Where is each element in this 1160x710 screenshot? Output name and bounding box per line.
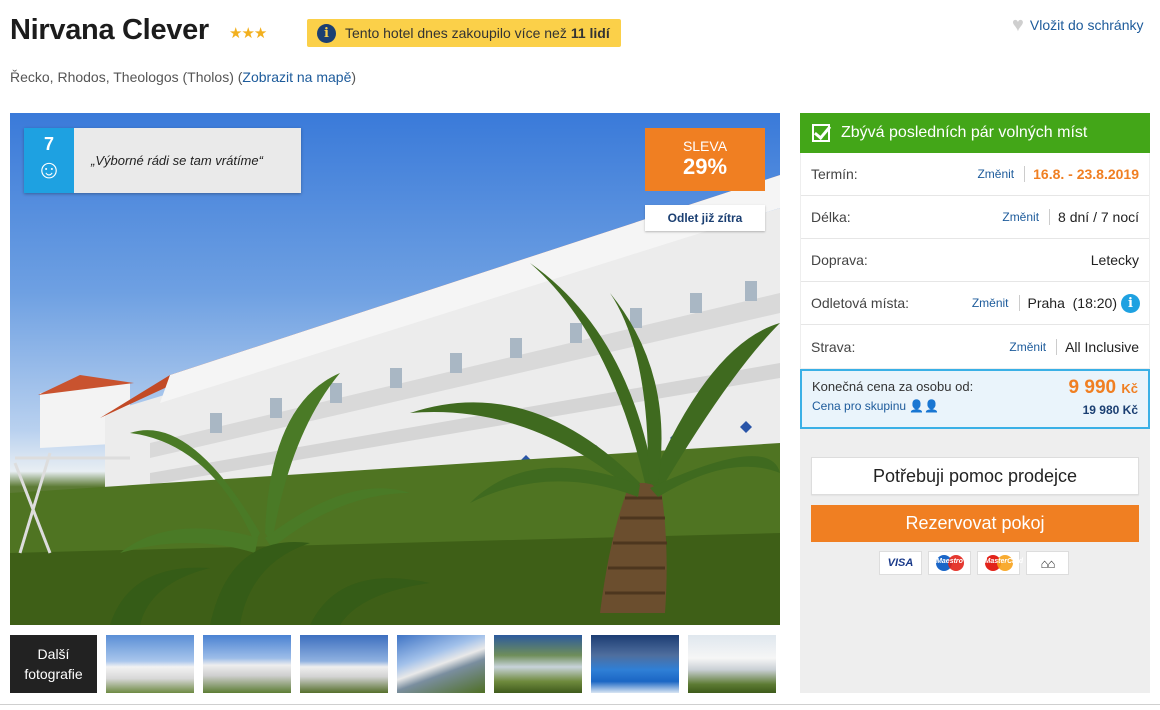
- info-icon: i: [317, 23, 336, 43]
- discount-badge: SLEVA 29%: [645, 128, 765, 191]
- change-departure-link[interactable]: Změnit: [972, 295, 1020, 311]
- departure-tag: Odlet již zítra: [645, 205, 765, 231]
- star-rating-icon: ★★★: [229, 25, 267, 42]
- group-price: 19 980 Kč: [1082, 403, 1138, 417]
- change-term-link[interactable]: Změnit: [977, 166, 1026, 182]
- buyers-count: 11 lidí: [570, 25, 610, 41]
- transport-value: Letecky: [1090, 252, 1139, 268]
- info-icon[interactable]: i: [1121, 293, 1140, 313]
- board-value: All Inclusive: [1065, 338, 1139, 355]
- bank-transfer-icon: ⌂⌂: [1026, 551, 1069, 575]
- departure-value: Praha (18:20): [1027, 295, 1118, 311]
- term-value: 16.8. - 23.8.2019: [1033, 166, 1139, 182]
- wishlist-label: Vložit do schránky: [1029, 17, 1144, 33]
- price-per-person: 9 990 Kč: [1068, 377, 1138, 398]
- change-length-link[interactable]: Změnit: [1002, 209, 1051, 225]
- hotel-name: Nirvana Clever: [10, 14, 209, 46]
- thumbnail-6[interactable]: [591, 635, 679, 693]
- booking-details: Termín: Změnit 16.8. - 23.8.2019 Délka: …: [801, 153, 1149, 368]
- rating-quote: „Výborné rádi se tam vrátíme“: [74, 128, 301, 193]
- availability-text: Zbývá posledních pár volných míst: [841, 124, 1088, 141]
- payment-methods: VISA Maestro MasterCard ⌂⌂: [879, 551, 1069, 575]
- reserve-button[interactable]: Rezervovat pokoj: [811, 505, 1139, 542]
- mastercard-icon: MasterCard: [977, 551, 1023, 575]
- location-text: Řecko, Rhodos, Theologos (Tholos) (: [10, 69, 243, 85]
- wishlist-button[interactable]: ♥ Vložit do schránky: [1012, 15, 1143, 35]
- discount-value: 29%: [682, 154, 728, 179]
- more-photos-button[interactable]: Další fotografie: [10, 635, 97, 693]
- thumbnail-3[interactable]: [300, 635, 388, 693]
- discount-label: SLEVA: [682, 138, 728, 154]
- thumbnail-strip: Další fotografie: [10, 635, 780, 693]
- price-box: Konečná cena za osobu od: Cena pro skupi…: [800, 369, 1150, 429]
- maestro-icon: Maestro: [928, 551, 971, 575]
- guest-rating-card[interactable]: 7 ☺ „Výborné rádi se tam vrátíme“: [24, 128, 301, 193]
- thumbnail-1[interactable]: [106, 635, 194, 693]
- show-on-map-link[interactable]: Zobrazit na mapě: [242, 69, 351, 85]
- people-icon: 👤👤: [909, 399, 940, 413]
- divider: [0, 704, 1160, 705]
- rating-score-box: 7 ☺: [24, 128, 74, 193]
- checkbox-icon: [812, 124, 830, 142]
- change-board-link[interactable]: Změnit: [1009, 338, 1058, 355]
- thumbnail-7[interactable]: [688, 635, 776, 693]
- heart-icon: ♥: [1012, 14, 1024, 36]
- length-value: 8 dní / 7 nocí: [1058, 209, 1139, 225]
- smiley-icon: ☺: [35, 154, 63, 184]
- seller-help-button[interactable]: Potřebuji pomoc prodejce: [811, 457, 1139, 495]
- rating-score: 7: [43, 134, 54, 154]
- thumbnail-2[interactable]: [203, 635, 291, 693]
- row-departure: Odletová místa: Změnit Praha (18:20) i: [801, 282, 1149, 325]
- row-board: Strava: Změnit All Inclusive: [801, 325, 1149, 368]
- row-length: Délka: Změnit 8 dní / 7 nocí: [801, 196, 1149, 239]
- hotel-location: Řecko, Rhodos, Theologos (Tholos) (Zobra…: [10, 69, 357, 85]
- buyers-badge: i Tento hotel dnes zakoupilo více než 11…: [307, 19, 621, 47]
- availability-banner: Zbývá posledních pár volných míst: [800, 113, 1150, 153]
- buyers-text: Tento hotel dnes zakoupilo více než: [345, 25, 567, 41]
- row-transport: Doprava: Letecky: [801, 239, 1149, 282]
- row-term: Termín: Změnit 16.8. - 23.8.2019: [801, 153, 1149, 196]
- thumbnail-5[interactable]: [494, 635, 582, 693]
- thumbnail-4[interactable]: [397, 635, 485, 693]
- visa-icon: VISA: [879, 551, 922, 575]
